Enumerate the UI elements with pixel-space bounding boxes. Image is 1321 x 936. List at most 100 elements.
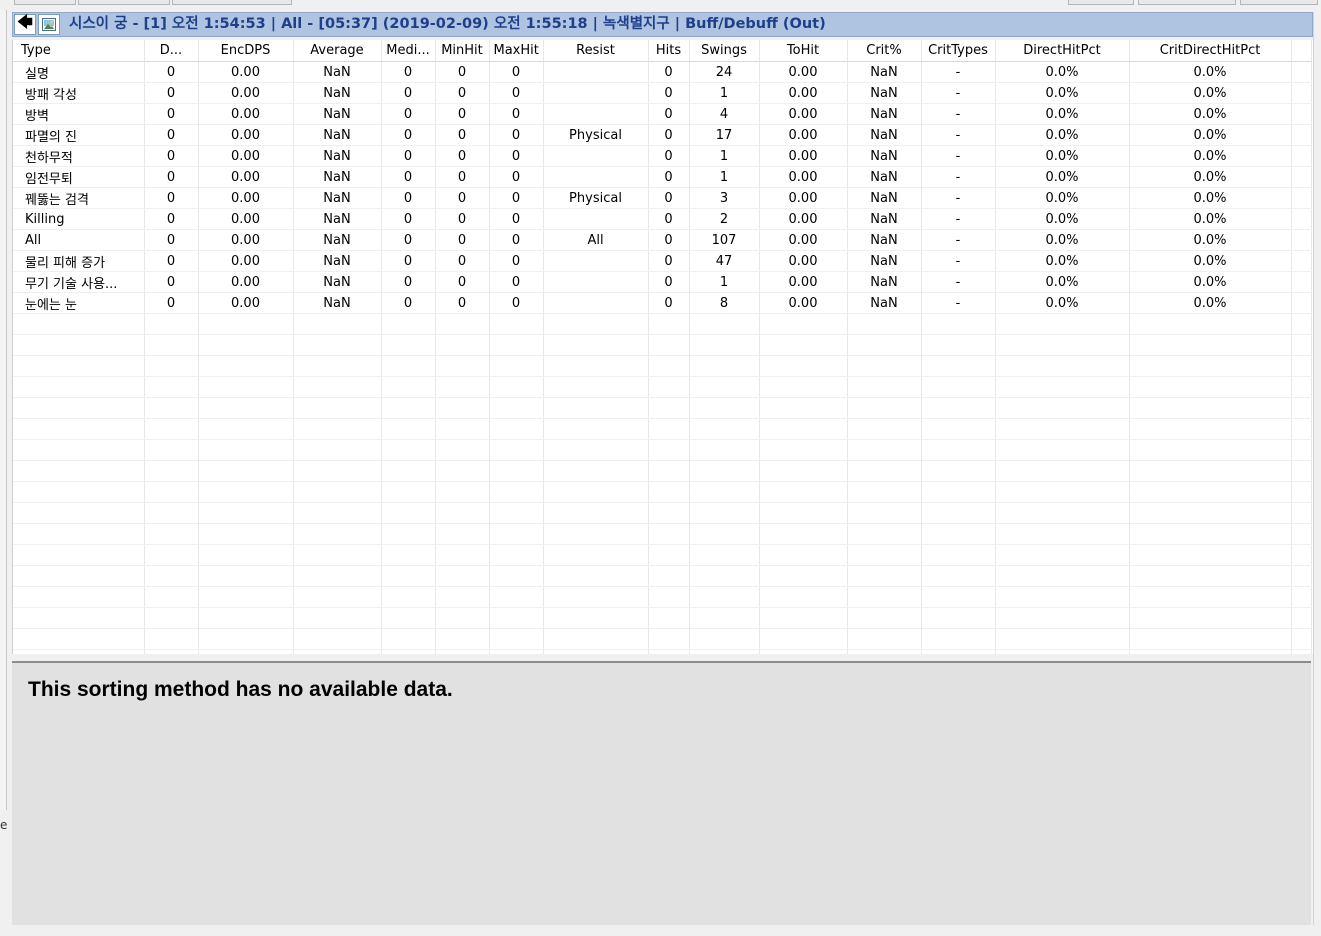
column-header-average[interactable]: Average	[293, 40, 382, 62]
column-header-median[interactable]: Medi...	[381, 40, 436, 62]
empty-cell	[198, 418, 294, 440]
table-row[interactable]: 파멸의 진 0 0.00 NaN 0 0 0 Physical 0 17 0.0…	[13, 124, 1312, 146]
cell-hits: 0	[648, 250, 690, 272]
back-button[interactable]: 🡄	[14, 13, 36, 35]
cell-minhit: 0	[435, 292, 490, 314]
empty-cell	[1129, 418, 1292, 440]
top-tab[interactable]	[1068, 0, 1134, 5]
cell-tohit: 0.00	[759, 250, 848, 272]
table-row[interactable]: 무기 기술 사용... 0 0.00 NaN 0 0 0 0 1 0.00 Na…	[13, 271, 1312, 293]
empty-cell	[435, 376, 490, 398]
cell-resist	[543, 292, 649, 314]
export-image-button[interactable]	[38, 14, 60, 35]
cell-average: NaN	[293, 61, 382, 83]
cell-crittypes: -	[921, 229, 996, 251]
encounter-grid[interactable]: Type ^ D... EncDPS Average Medi... MinHi…	[12, 40, 1315, 654]
empty-cell	[995, 607, 1130, 629]
column-header-critdirecthitpct[interactable]: CritDirectHitPct	[1129, 40, 1292, 62]
cell-median: 0	[381, 103, 436, 125]
column-header-directhitpct[interactable]: DirectHitPct	[995, 40, 1130, 62]
cell-average: NaN	[293, 208, 382, 230]
top-tab[interactable]	[14, 0, 76, 5]
cell-directhitpct: 0.0%	[995, 250, 1130, 272]
right-panel-edge	[1313, 12, 1321, 927]
cell-minhit: 0	[435, 166, 490, 188]
table-row[interactable]: 임전무퇴 0 0.00 NaN 0 0 0 0 1 0.00 NaN - 0.0…	[13, 166, 1312, 188]
empty-cell	[381, 586, 436, 608]
column-header-tohit[interactable]: ToHit	[759, 40, 848, 62]
cell-encdps: 0.00	[198, 187, 294, 209]
table-row[interactable]: 방벽 0 0.00 NaN 0 0 0 0 4 0.00 NaN - 0.0% …	[13, 103, 1312, 125]
empty-cell	[144, 544, 199, 566]
cell-filler	[1291, 166, 1312, 188]
empty-cell	[995, 397, 1130, 419]
cell-filler	[1291, 208, 1312, 230]
cell-crittypes: -	[921, 61, 996, 83]
cell-encdps: 0.00	[198, 124, 294, 146]
column-header-minhit[interactable]: MinHit	[435, 40, 490, 62]
empty-cell	[293, 502, 382, 524]
cell-hits: 0	[648, 166, 690, 188]
empty-cell	[847, 418, 922, 440]
cell-critdirecthitpct: 0.0%	[1129, 208, 1292, 230]
empty-cell	[144, 586, 199, 608]
empty-cell	[648, 544, 690, 566]
empty-row	[13, 628, 1312, 650]
empty-cell	[1291, 544, 1312, 566]
empty-cell	[144, 334, 199, 356]
top-tab[interactable]	[1240, 0, 1318, 5]
column-header-damage[interactable]: D...	[144, 40, 199, 62]
cell-maxhit: 0	[489, 103, 544, 125]
empty-cell	[381, 313, 436, 335]
column-header-crit-pct[interactable]: Crit%	[847, 40, 922, 62]
empty-cell	[489, 439, 544, 461]
top-tab[interactable]	[1138, 0, 1236, 5]
table-header-row: Type ^ D... EncDPS Average Medi... MinHi…	[13, 40, 1312, 62]
cell-crit-pct: NaN	[847, 145, 922, 167]
empty-row	[13, 439, 1312, 461]
cell-encdps: 0.00	[198, 166, 294, 188]
empty-cell	[198, 334, 294, 356]
table-row[interactable]: 물리 피해 증가 0 0.00 NaN 0 0 0 0 47 0.00 NaN …	[13, 250, 1312, 272]
table-row[interactable]: 천하무적 0 0.00 NaN 0 0 0 0 1 0.00 NaN - 0.0…	[13, 145, 1312, 167]
top-tab[interactable]	[172, 0, 292, 5]
cell-swings: 1	[689, 271, 760, 293]
empty-cell	[759, 355, 848, 377]
table-row[interactable]: Killing 0 0.00 NaN 0 0 0 0 2 0.00 NaN - …	[13, 208, 1312, 230]
table-row[interactable]: 방패 각성 0 0.00 NaN 0 0 0 0 1 0.00 NaN - 0.…	[13, 82, 1312, 104]
empty-cell	[435, 313, 490, 335]
empty-cell	[921, 481, 996, 503]
empty-cell	[13, 544, 145, 566]
cell-directhitpct: 0.0%	[995, 229, 1130, 251]
empty-cell	[489, 565, 544, 587]
cell-crittypes: -	[921, 250, 996, 272]
column-header-hits[interactable]: Hits	[648, 40, 690, 62]
cell-type: 실명	[13, 61, 145, 83]
empty-cell	[1291, 313, 1312, 335]
column-header-type[interactable]: Type ^	[13, 40, 145, 62]
column-header-crittypes[interactable]: CritTypes	[921, 40, 996, 62]
empty-cell	[847, 649, 922, 654]
empty-cell	[689, 376, 760, 398]
empty-cell	[689, 418, 760, 440]
cell-resist	[543, 271, 649, 293]
table-row[interactable]: 눈에는 눈 0 0.00 NaN 0 0 0 0 8 0.00 NaN - 0.…	[13, 292, 1312, 314]
cell-encdps: 0.00	[198, 271, 294, 293]
cell-encdps: 0.00	[198, 229, 294, 251]
column-header-maxhit[interactable]: MaxHit	[489, 40, 544, 62]
empty-cell	[1291, 586, 1312, 608]
column-header-swings[interactable]: Swings	[689, 40, 760, 62]
empty-cell	[198, 628, 294, 650]
table-row[interactable]: All 0 0.00 NaN 0 0 0 All 0 107 0.00 NaN …	[13, 229, 1312, 251]
top-tab[interactable]	[78, 0, 170, 5]
cell-type: 눈에는 눈	[13, 292, 145, 314]
empty-cell	[648, 481, 690, 503]
empty-cell	[435, 334, 490, 356]
column-header-encdps[interactable]: EncDPS	[198, 40, 294, 62]
empty-cell	[1129, 607, 1292, 629]
column-header-resist[interactable]: Resist	[543, 40, 649, 62]
cell-type: 임전무퇴	[13, 166, 145, 188]
table-row[interactable]: 꿰뚫는 검격 0 0.00 NaN 0 0 0 Physical 0 3 0.0…	[13, 187, 1312, 209]
table-row[interactable]: 실명 0 0.00 NaN 0 0 0 0 24 0.00 NaN - 0.0%…	[13, 61, 1312, 83]
empty-cell	[995, 544, 1130, 566]
